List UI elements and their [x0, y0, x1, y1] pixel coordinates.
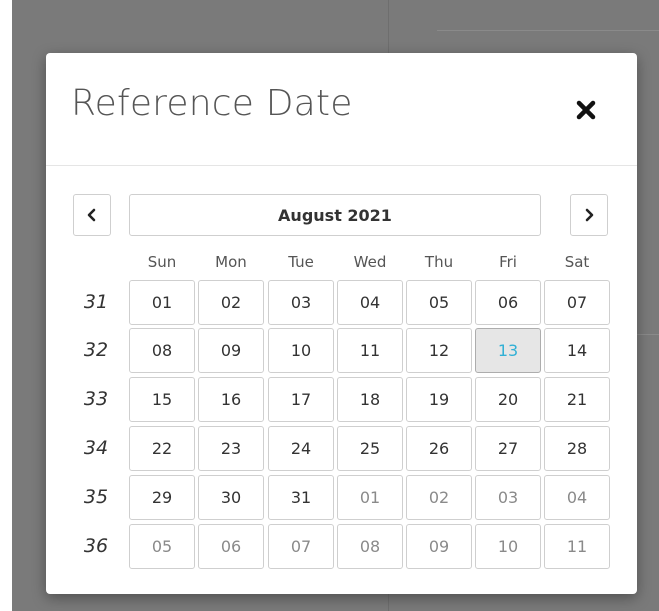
weekday-header: Tue — [288, 253, 314, 271]
calendar-day[interactable]: 02 — [198, 280, 264, 325]
month-switch-button[interactable]: August 2021 — [129, 194, 541, 236]
calendar-day[interactable]: 11 — [544, 524, 610, 569]
calendar-day[interactable]: 29 — [129, 475, 195, 520]
chevron-right-icon — [585, 208, 594, 222]
week-number: 31 — [83, 291, 109, 313]
calendar-day[interactable]: 25 — [337, 426, 403, 471]
calendar-day[interactable]: 05 — [406, 280, 472, 325]
reference-date-modal: Reference Date August 2021 Sun Mon Tue Wed T… — [46, 53, 637, 594]
calendar-day[interactable]: 19 — [406, 377, 472, 422]
chevron-left-icon — [87, 208, 96, 222]
weekday-header: Sat — [564, 253, 590, 271]
calendar-day[interactable]: 01 — [337, 475, 403, 520]
calendar-day[interactable]: 04 — [544, 475, 610, 520]
calendar-day[interactable]: 31 — [268, 475, 334, 520]
calendar-day[interactable]: 08 — [129, 328, 195, 373]
calendar-day[interactable]: 03 — [475, 475, 541, 520]
calendar-day[interactable]: 04 — [337, 280, 403, 325]
calendar-day[interactable]: 26 — [406, 426, 472, 471]
calendar-day[interactable]: 02 — [406, 475, 472, 520]
calendar-day[interactable]: 10 — [268, 328, 334, 373]
calendar-day[interactable]: 20 — [475, 377, 541, 422]
previous-month-button[interactable] — [73, 194, 111, 236]
datepicker: August 2021 Sun Mon Tue Wed Thu Fri Sat 31 01 02 0… — [46, 53, 637, 594]
calendar-day[interactable]: 24 — [268, 426, 334, 471]
weekday-header: Sun — [147, 253, 177, 271]
calendar-day[interactable]: 17 — [268, 377, 334, 422]
calendar-day[interactable]: 14 — [544, 328, 610, 373]
week-number: 34 — [83, 437, 109, 459]
calendar-day[interactable]: 21 — [544, 377, 610, 422]
weekday-header: Thu — [424, 253, 454, 271]
calendar-day[interactable]: 16 — [198, 377, 264, 422]
week-number: 32 — [83, 339, 109, 361]
calendar-day[interactable]: 01 — [129, 280, 195, 325]
calendar-day[interactable]: 23 — [198, 426, 264, 471]
calendar-day[interactable]: 27 — [475, 426, 541, 471]
calendar-day[interactable]: 22 — [129, 426, 195, 471]
calendar-day[interactable]: 28 — [544, 426, 610, 471]
calendar-day-selected[interactable]: 13 — [475, 328, 541, 373]
calendar-day[interactable]: 18 — [337, 377, 403, 422]
calendar-day[interactable]: 10 — [475, 524, 541, 569]
next-month-button[interactable] — [570, 194, 608, 236]
calendar-day[interactable]: 05 — [129, 524, 195, 569]
background-left-strip — [0, 0, 12, 611]
weekday-header: Mon — [215, 253, 247, 271]
calendar-day[interactable]: 30 — [198, 475, 264, 520]
calendar-day[interactable]: 09 — [406, 524, 472, 569]
calendar-day[interactable]: 03 — [268, 280, 334, 325]
calendar-day[interactable]: 09 — [198, 328, 264, 373]
calendar-day[interactable]: 11 — [337, 328, 403, 373]
weekday-header: Fri — [499, 253, 517, 271]
week-number: 33 — [83, 388, 109, 410]
calendar-day[interactable]: 07 — [268, 524, 334, 569]
background-divider — [437, 30, 659, 31]
calendar-day[interactable]: 12 — [406, 328, 472, 373]
calendar-day[interactable]: 08 — [337, 524, 403, 569]
week-number: 36 — [83, 535, 109, 557]
calendar-day[interactable]: 15 — [129, 377, 195, 422]
week-number: 35 — [83, 486, 109, 508]
calendar-day[interactable]: 06 — [475, 280, 541, 325]
calendar-day[interactable]: 07 — [544, 280, 610, 325]
weekday-header: Wed — [353, 253, 387, 271]
calendar-day[interactable]: 06 — [198, 524, 264, 569]
